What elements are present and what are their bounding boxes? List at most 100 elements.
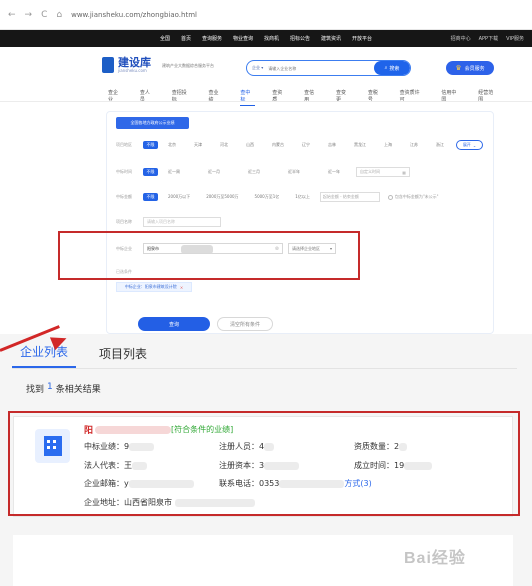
nav-item-property[interactable]: 物业查询: [233, 35, 253, 42]
back-icon[interactable]: ←: [8, 10, 16, 20]
nav-item-open-platform[interactable]: 开放平台: [352, 35, 372, 42]
amount-filter-label: 中标金额: [116, 194, 132, 199]
filter-panel: 全国各地方政府公示业绩 项目地区 不限 北京 天津 河北 山西 内蒙古 辽宁 吉…: [106, 111, 494, 334]
expand-regions-button[interactable]: 展开 ⌄: [456, 140, 483, 150]
brand-text: 建设库 jiansheku.com: [118, 57, 151, 73]
project-name-row: 项目名称 请输入项目名称: [116, 217, 221, 227]
tab-qualification[interactable]: 查资质: [272, 89, 287, 106]
result-count-number: 1: [47, 382, 53, 392]
tab-license[interactable]: 查资质许可: [400, 89, 425, 106]
nav-item-app[interactable]: APP下载: [479, 35, 498, 42]
region-option[interactable]: 浙江: [436, 142, 444, 148]
region-options: 北京 天津 河北 山西 内蒙古 辽宁 吉林 黑龙江 上海 江苏 浙江: [168, 142, 444, 148]
amount-filter-row: 中标金额 不限 2000万以下 2000万至5000万 5000万至1亿 1亿以…: [116, 192, 439, 202]
lock-icon: ⌂: [56, 9, 63, 20]
nav-item-query[interactable]: 查询服务: [202, 35, 222, 42]
result-count-suffix: 条相关结果: [55, 385, 101, 395]
time-option[interactable]: 近一月: [208, 169, 220, 175]
tab-company-list[interactable]: 企业列表: [12, 343, 77, 368]
browser-bar: ← → C ⌂ www.jiansheku.com/zhongbiao.html: [0, 0, 532, 30]
nav-item-home[interactable]: 首页: [181, 35, 191, 42]
region-option[interactable]: 内蒙古: [272, 142, 284, 148]
highlight-frame-result-card: [8, 411, 520, 516]
tab-credit[interactable]: 查信用: [304, 89, 319, 106]
region-option[interactable]: 辽宁: [302, 142, 310, 148]
result-count: 找到 1 条相关结果: [26, 382, 101, 395]
date-placeholder: 自定义时间: [360, 169, 380, 174]
address-bar[interactable]: www.jiansheku.com/zhongbiao.html: [71, 11, 197, 19]
chevron-down-icon: ⌄: [472, 142, 477, 148]
region-option[interactable]: 吉林: [328, 142, 336, 148]
brand-title: 建设库: [118, 56, 151, 69]
member-service-button[interactable]: ♛ 会员服务: [446, 61, 494, 75]
region-unlimited[interactable]: 不限: [143, 141, 158, 149]
project-name-label: 项目名称: [116, 219, 132, 224]
selected-condition-text: 中标企业：阳泉市建筑设计院: [124, 284, 177, 289]
remove-condition-icon[interactable]: ×: [180, 285, 183, 290]
project-name-input[interactable]: 请输入项目名称: [143, 217, 221, 227]
time-filter-row: 中标时间 不限 近一周 近一月 近三月 近半年 近一年 自定义时间 ▦: [116, 167, 410, 177]
time-option[interactable]: 近三月: [248, 169, 260, 175]
time-filter-label: 中标时间: [116, 169, 132, 174]
global-search: 企业 ▾ ⌕ 搜索: [246, 60, 411, 76]
nav-item-notices[interactable]: 招标公告: [290, 35, 310, 42]
nav-item-news[interactable]: 建筑资讯: [321, 35, 341, 42]
screenshot-page: ← → C ⌂ www.jiansheku.com/zhongbiao.html…: [0, 0, 532, 586]
region-option[interactable]: 北京: [168, 142, 176, 148]
time-option[interactable]: 近一周: [168, 169, 180, 175]
tab-performance[interactable]: 查业绩: [209, 89, 224, 106]
tab-tax-id[interactable]: 查税号: [368, 89, 383, 106]
tab-company[interactable]: 查企业: [108, 89, 123, 106]
query-button[interactable]: 查询: [138, 317, 210, 331]
time-option[interactable]: 近一年: [328, 169, 340, 175]
tab-business-scope[interactable]: 经营范围: [478, 89, 498, 106]
amount-option[interactable]: 2000万以下: [168, 194, 190, 200]
region-option[interactable]: 江苏: [410, 142, 418, 148]
nav-item-merchant[interactable]: 招商中心: [451, 35, 471, 42]
region-option[interactable]: 河北: [220, 142, 228, 148]
amount-options: 2000万以下 2000万至5000万 5000万至1亿 1亿以上: [168, 194, 310, 200]
amount-option[interactable]: 1亿以上: [295, 194, 310, 200]
time-unlimited[interactable]: 不限: [143, 168, 158, 176]
region-option[interactable]: 山西: [246, 142, 254, 148]
nav-item-vip[interactable]: VIP服务: [506, 35, 524, 42]
reload-icon[interactable]: C: [41, 10, 47, 20]
amount-range-input[interactable]: 起始金额 - 结束金额: [319, 192, 380, 202]
tab-winning-bid[interactable]: 查中标: [240, 89, 256, 106]
calendar-icon: ▦: [402, 169, 406, 175]
tab-bidding[interactable]: 查招投标: [172, 89, 192, 106]
search-button[interactable]: ⌕ 搜索: [374, 61, 410, 75]
region-filter-row: 项目地区 不限 北京 天津 河北 山西 内蒙古 辽宁 吉林 黑龙江 上海 江苏 …: [116, 141, 444, 149]
tab-project-list[interactable]: 项目列表: [91, 345, 155, 368]
tab-staff[interactable]: 查人员: [140, 89, 155, 106]
include-unpublished-label: 包含中标金额为"未公示": [394, 194, 439, 199]
tab-credit-china[interactable]: 信用中国: [441, 89, 461, 106]
amount-option[interactable]: 5000万至1亿: [255, 194, 280, 200]
nav-item-opportunity[interactable]: 找商机: [264, 35, 279, 42]
search-button-label: 搜索: [389, 65, 400, 72]
forward-icon[interactable]: →: [25, 10, 33, 20]
time-option[interactable]: 近半年: [288, 169, 300, 175]
global-search-input[interactable]: [268, 61, 374, 75]
brand-slogan: 建筑产业大数据综合服务平台: [162, 63, 214, 68]
site-nav-right: 招商中心 APP下载 VIP服务: [451, 35, 524, 42]
search-icon: ⌕: [384, 65, 388, 71]
logo[interactable]: 建设库 jiansheku.com: [102, 57, 151, 73]
include-unpublished-option[interactable]: 包含中标金额为"未公示": [387, 194, 439, 200]
region-option[interactable]: 上海: [384, 142, 392, 148]
tab-change[interactable]: 查变更: [336, 89, 351, 106]
logo-icon: [102, 57, 114, 73]
amount-unlimited[interactable]: 不限: [143, 193, 158, 201]
region-option[interactable]: 黑龙江: [354, 142, 366, 148]
region-option[interactable]: 天津: [194, 142, 202, 148]
expand-label: 展开: [462, 142, 471, 147]
search-scope-select[interactable]: 企业 ▾: [247, 65, 268, 71]
custom-date-input[interactable]: 自定义时间 ▦: [356, 167, 410, 177]
nationwide-performance-chip[interactable]: 全国各地方政府公示业绩: [116, 117, 189, 129]
result-count-prefix: 找到: [26, 385, 45, 395]
clear-conditions-button[interactable]: 清空所有条件: [217, 317, 273, 331]
time-options: 近一周 近一月 近三月 近半年 近一年: [168, 169, 340, 175]
amount-option[interactable]: 2000万至5000万: [206, 194, 238, 200]
member-service-label: 会员服务: [464, 65, 485, 72]
nav-item-nationwide[interactable]: 全国: [160, 35, 170, 42]
